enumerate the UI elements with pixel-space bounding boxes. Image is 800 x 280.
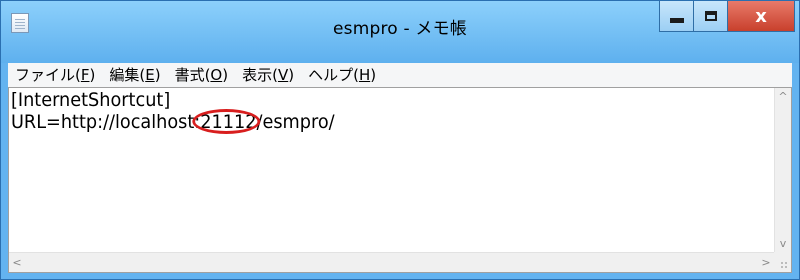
minimize-button[interactable] bbox=[659, 1, 693, 32]
scroll-down-button[interactable]: v bbox=[775, 235, 791, 252]
text-editor[interactable]: [InternetShortcut] URL=http://localhost:… bbox=[8, 87, 792, 273]
port-number: 21112 bbox=[191, 109, 260, 134]
title-bar[interactable]: esmpro - メモ帳 x bbox=[1, 1, 799, 63]
menu-bar: ファイル(F) 編集(E) 書式(O) 表示(V) ヘルプ(H) bbox=[8, 63, 792, 87]
notepad-window: esmpro - メモ帳 x ファイル(F) 編集(E) 書式(O) 表示(V)… bbox=[0, 0, 800, 280]
menu-help[interactable]: ヘルプ(H) bbox=[301, 63, 383, 87]
scroll-left-button[interactable]: < bbox=[9, 254, 25, 271]
menu-file[interactable]: ファイル(F) bbox=[8, 63, 102, 87]
menu-view[interactable]: 表示(V) bbox=[235, 63, 301, 87]
chevron-up-icon: ^ bbox=[778, 90, 788, 103]
highlight-circle bbox=[191, 109, 260, 134]
menu-edit[interactable]: 編集(E) bbox=[102, 63, 167, 87]
text-line-1: [InternetShortcut] bbox=[11, 89, 171, 111]
minimize-icon bbox=[669, 17, 684, 23]
text-line-2: URL=http://localhost:21112/esmpro/ bbox=[11, 109, 335, 134]
chevron-right-icon: > bbox=[761, 256, 771, 269]
menu-format[interactable]: 書式(O) bbox=[168, 63, 236, 87]
caption-buttons: x bbox=[659, 1, 795, 33]
size-grip[interactable] bbox=[774, 252, 791, 272]
horizontal-scrollbar[interactable]: < > bbox=[9, 252, 774, 272]
chevron-left-icon: < bbox=[12, 256, 22, 269]
close-button[interactable]: x bbox=[727, 1, 795, 32]
maximize-icon bbox=[704, 11, 717, 21]
close-icon: x bbox=[755, 5, 767, 27]
vertical-scrollbar[interactable]: ^ v bbox=[774, 88, 791, 252]
scroll-right-button[interactable]: > bbox=[758, 254, 774, 271]
scroll-up-button[interactable]: ^ bbox=[775, 88, 791, 105]
document-text[interactable]: [InternetShortcut] URL=http://localhost:… bbox=[11, 89, 709, 249]
maximize-button[interactable] bbox=[693, 1, 727, 32]
chevron-down-icon: v bbox=[779, 237, 787, 250]
resize-grip-icon bbox=[780, 261, 788, 269]
